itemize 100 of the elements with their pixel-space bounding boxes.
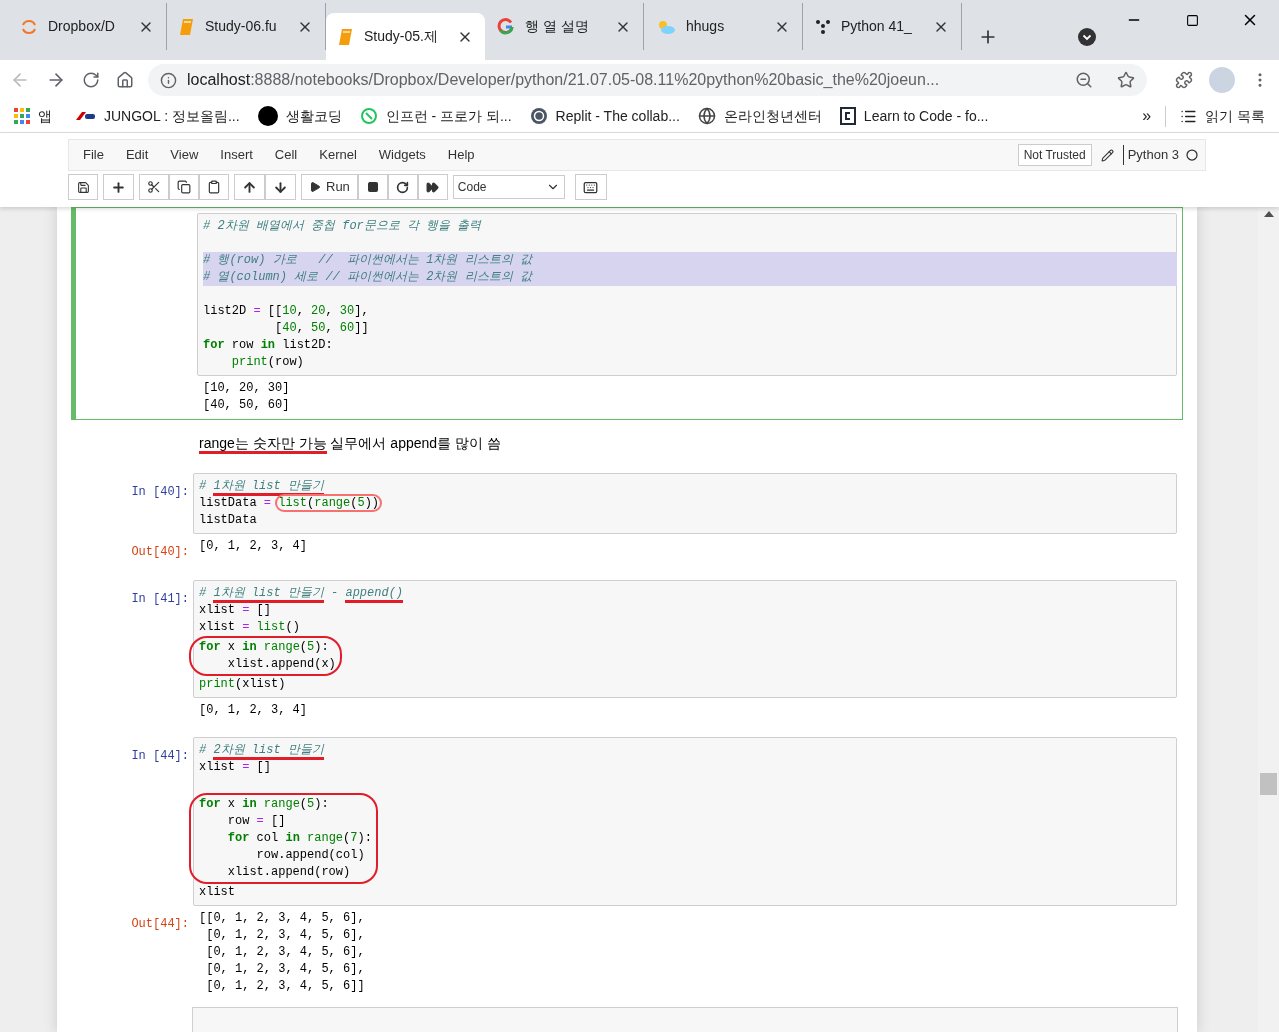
cut-button[interactable] — [139, 174, 169, 200]
output-prompt: Out[40]: — [131, 545, 189, 559]
code-line: xlist.append(x) — [226, 656, 336, 673]
output-prompt: Out[44]: — [131, 917, 189, 931]
code-input[interactable]: # 2차원 배열에서 중첩 for문으로 각 행을 출력 # 행(row) 가로 // 파이썬에서는 1차원 리스트의 값 # 열(column) 세로 // 파이썬에서는 2차원 리스트의 값 list2D = [[10, 20, 30], [40, 50, 60]] for row in list2D: print(row) — [197, 213, 1177, 376]
bookmark-star-icon[interactable] — [1117, 71, 1135, 89]
tab-title: 행 열 설명 — [525, 17, 590, 36]
code-line: for col in range(7): — [226, 830, 372, 847]
output-line: [0, 1, 2, 3, 4, 5, 6], — [205, 944, 366, 961]
reload-icon[interactable] — [82, 71, 100, 89]
code-line: for row in list2D: — [203, 337, 334, 354]
browser-tab[interactable]: 행 열 설명 — [485, 3, 644, 50]
more-bookmarks-button[interactable]: » — [1142, 104, 1152, 128]
copy-icon — [177, 180, 191, 194]
info-icon[interactable] — [160, 71, 177, 89]
apps-grid-icon — [14, 108, 30, 124]
bookmark-item[interactable]: 앱 — [14, 105, 52, 127]
code-line: list2D = [[10, 20, 30], — [203, 303, 370, 320]
browser-tab[interactable]: hhugs — [644, 3, 803, 50]
browser-tab[interactable]: Python 41_ — [803, 3, 962, 50]
tab-title: hhugs — [686, 17, 726, 36]
code-line: # 2차원 배열에서 중첩 for문으로 각 행을 출력 — [203, 218, 483, 235]
code-cell[interactable]: # 2차원 배열에서 중첩 for문으로 각 행을 출력 # 행(row) 가로 // 파이썬에서는 1차원 리스트의 값 # 열(column) 세로 // 파이썬에서는 2차원 리스트의 값 list2D = [[10, 20, 30], [40, 50, 60]] for row in list2D: print(row) [10, 20, 30] [40, 50, 60] — [71, 207, 1183, 420]
menu-item[interactable]: File — [72, 145, 115, 165]
input-prompt: In [40]: — [131, 485, 189, 499]
menu-item[interactable]: Edit — [114, 145, 160, 165]
code-cell[interactable]: In [41]: # 1차원 list 만들기 - append() xlist = [] xlist = list() for x in range(5): xlist.append(x) print(xlist) [0, 1, 2, 3, 4] — [71, 574, 1183, 725]
spiral-icon — [529, 107, 548, 125]
code-line: row = [] — [226, 813, 287, 830]
run-button[interactable]: Run — [301, 174, 358, 200]
menu-item[interactable]: Kernel — [308, 145, 368, 165]
code-line: print(xlist) — [199, 676, 287, 693]
code-line: for x in range(5): — [199, 796, 330, 813]
menu-item[interactable]: View — [159, 145, 210, 165]
input-prompt: In [41]: — [131, 592, 189, 606]
notebook-icon — [179, 17, 195, 36]
zoom-icon[interactable] — [1075, 71, 1093, 89]
tab-title: Study-05.제 — [364, 27, 439, 46]
tab-search-icon[interactable] — [1078, 27, 1096, 46]
code-line: # 1차원 list 만들기 - append() — [199, 585, 1171, 602]
save-button[interactable] — [68, 174, 98, 200]
cell-type-select[interactable]: Code — [452, 175, 565, 199]
plus-icon — [111, 179, 126, 195]
code-line: row.append(col) — [255, 847, 366, 864]
slash-logo-icon — [74, 110, 96, 122]
code-line: xlist.append(row) — [226, 864, 352, 881]
bookmark-item[interactable]: 인프런 - 프로가 되... — [359, 105, 512, 127]
play-icon — [309, 181, 321, 193]
browser-tab[interactable]: Dropbox/D — [8, 3, 167, 50]
bookmark-item[interactable]: 생활코딩 — [257, 105, 342, 127]
code-line: listData — [199, 512, 258, 529]
code-line: xlist — [199, 884, 236, 901]
globe-icon — [697, 107, 716, 125]
bookmark-item[interactable]: Learn to Code - fo... — [839, 105, 989, 127]
code-line: [40, 50, 60]] — [274, 320, 370, 337]
tab-title: Dropbox/D — [48, 17, 116, 36]
scrollbar-thumb[interactable] — [1260, 773, 1277, 795]
edit-icon[interactable] — [1100, 148, 1114, 162]
insert-cell-button[interactable] — [103, 174, 134, 200]
scroll-up-icon[interactable] — [1263, 211, 1274, 217]
save-icon — [76, 180, 90, 194]
kernel-status-icon — [1186, 149, 1198, 161]
code-line: xlist = list() — [199, 619, 301, 636]
restart-icon — [396, 180, 410, 194]
markdown-cell[interactable]: range는 숫자만 가능 실무에서 append를 많이 씀 — [71, 426, 1183, 461]
arrow-down-icon — [273, 179, 288, 195]
dots-icon — [815, 18, 831, 35]
code-input[interactable]: # 1차원 list 만들기 listData = list(range(5)) listData — [193, 473, 1177, 534]
empty-code-input[interactable] — [192, 1007, 1178, 1032]
browser-tab[interactable]: Study-05.제 — [326, 13, 485, 60]
bookmark-item[interactable]: JUNGOL : 정보올림... — [74, 105, 240, 127]
trust-indicator[interactable]: Not Trusted — [1017, 144, 1092, 166]
output-line: [0, 1, 2, 3, 4, 5, 6], — [205, 927, 366, 944]
tab-title: Python 41_ — [841, 17, 913, 36]
menu-item[interactable]: Cell — [263, 145, 309, 165]
paste-button[interactable] — [199, 174, 229, 200]
output-line: [10, 20, 30] — [203, 380, 291, 397]
home-icon[interactable] — [116, 71, 134, 89]
code-page-icon — [839, 107, 856, 125]
output-line: [40, 50, 60] — [203, 397, 291, 414]
maximize-icon[interactable] — [1185, 13, 1199, 27]
address-field[interactable]: localhost:8888/notebooks/Dropbox/Developer/python/21.07.05-08.11%20python%20basic_the%20joeun... — [148, 64, 1147, 96]
reading-list-button[interactable]: 읽기 목록 — [1165, 105, 1265, 127]
menu-item[interactable]: Insert — [209, 145, 264, 165]
restart-button[interactable] — [387, 174, 418, 200]
circle-logo-icon — [257, 106, 278, 126]
clipboard-icon — [207, 180, 221, 194]
copy-button[interactable] — [169, 174, 199, 200]
extensions-icon[interactable] — [1175, 71, 1193, 89]
run-all-button[interactable] — [417, 174, 448, 200]
keyboard-button[interactable] — [574, 174, 607, 200]
code-line: # 2차원 list 만들기 — [199, 742, 1171, 759]
bookmark-item[interactable]: 온라인청년센터 — [697, 105, 822, 127]
menu-item[interactable]: Widgets — [367, 145, 437, 165]
move-up-button[interactable] — [234, 174, 265, 200]
bookmark-item[interactable]: Replit - The collab... — [529, 105, 680, 127]
code-line: listData = list(range(5)) — [199, 495, 1171, 512]
move-down-button[interactable] — [265, 174, 296, 200]
menu-item[interactable]: Help — [436, 145, 486, 165]
stop-button[interactable] — [357, 174, 388, 200]
